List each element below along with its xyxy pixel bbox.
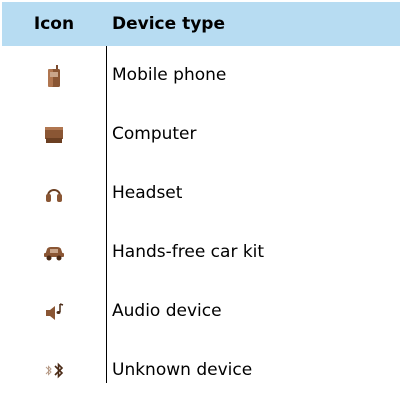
- device-type-table: Icon Device type Mobile phone Computer H…: [2, 2, 400, 400]
- list-item-label: Unknown device: [112, 360, 253, 380]
- table-row: Audio device: [2, 282, 400, 341]
- audio-device-icon: [2, 282, 106, 341]
- list-item-label: Mobile phone: [112, 65, 227, 85]
- list-item-label: Headset: [112, 183, 183, 203]
- computer-icon: [2, 105, 106, 164]
- list-item-label: Hands-free car kit: [112, 242, 265, 262]
- table-row: Computer: [2, 105, 400, 164]
- list-item-label: Audio device: [112, 301, 222, 321]
- header-device-type-column: Device type: [112, 14, 225, 34]
- bluetooth-unknown-icon: [2, 341, 106, 400]
- list-item-label: Computer: [112, 124, 197, 144]
- headset-icon: [2, 164, 106, 223]
- car-kit-icon: [2, 223, 106, 282]
- header-icon-column: Icon: [33, 14, 75, 34]
- table-row: Mobile phone: [2, 46, 400, 105]
- mobile-phone-icon: [2, 46, 106, 105]
- table-row: Unknown device: [2, 341, 400, 400]
- table-row: Hands-free car kit: [2, 223, 400, 282]
- table-header: Icon Device type: [2, 2, 400, 46]
- column-divider: [106, 46, 107, 383]
- table-row: Headset: [2, 164, 400, 223]
